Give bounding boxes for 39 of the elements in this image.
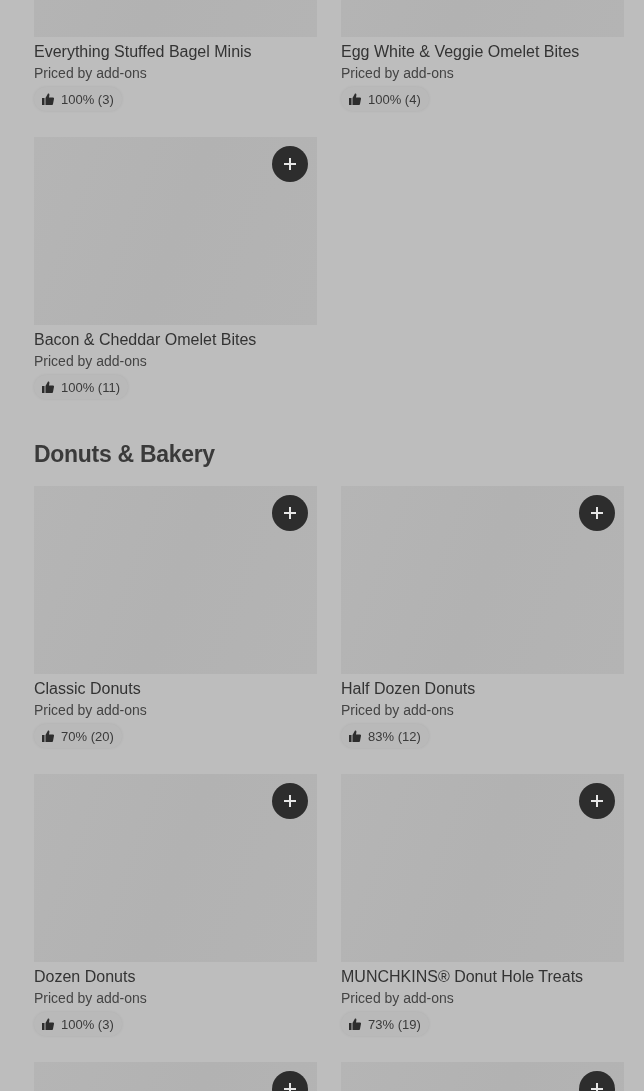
item-price: Priced by add-ons	[341, 701, 455, 719]
section-heading: Donuts & Bakery	[34, 441, 216, 468]
plus-icon	[284, 507, 296, 519]
rating-text: 100% (11)	[61, 379, 120, 395]
item-name: Half Dozen Donuts	[341, 679, 477, 699]
add-button[interactable]	[579, 783, 615, 819]
item-price: Priced by add-ons	[34, 64, 148, 82]
rating-text: 100% (3)	[61, 1016, 114, 1032]
item-price: Priced by add-ons	[34, 989, 148, 1007]
rating-text: 73% (19)	[368, 1016, 421, 1032]
thumbs-up-icon	[349, 93, 361, 105]
rating-text: 70% (20)	[61, 728, 114, 744]
item-name: Everything Stuffed Bagel Minis	[34, 42, 253, 62]
item-price: Priced by add-ons	[341, 64, 455, 82]
item-name: Dozen Donuts	[34, 967, 137, 987]
item-price: Priced by add-ons	[341, 989, 455, 1007]
thumbs-up-icon	[349, 730, 361, 742]
thumbs-up-icon	[349, 1018, 361, 1030]
rating-text: 100% (4)	[368, 91, 421, 107]
thumbs-up-icon	[42, 1018, 54, 1030]
plus-icon	[591, 507, 603, 519]
item-name: Bacon & Cheddar Omelet Bites	[34, 330, 258, 350]
plus-icon	[284, 158, 296, 170]
item-price: Priced by add-ons	[34, 352, 148, 370]
plus-icon	[284, 795, 296, 807]
add-button[interactable]	[272, 783, 308, 819]
item-name: Classic Donuts	[34, 679, 142, 699]
add-button[interactable]	[272, 146, 308, 182]
plus-icon	[591, 795, 603, 807]
thumbs-up-icon	[42, 93, 54, 105]
thumbs-up-icon	[42, 730, 54, 742]
item-name: Egg White & Veggie Omelet Bites	[341, 42, 581, 62]
rating-text: 83% (12)	[368, 728, 421, 744]
add-button[interactable]	[272, 495, 308, 531]
rating-text: 100% (3)	[61, 91, 114, 107]
item-price: Priced by add-ons	[34, 701, 148, 719]
thumbs-up-icon	[42, 381, 54, 393]
item-name: MUNCHKINS® Donut Hole Treats	[341, 967, 585, 987]
add-button[interactable]	[579, 495, 615, 531]
